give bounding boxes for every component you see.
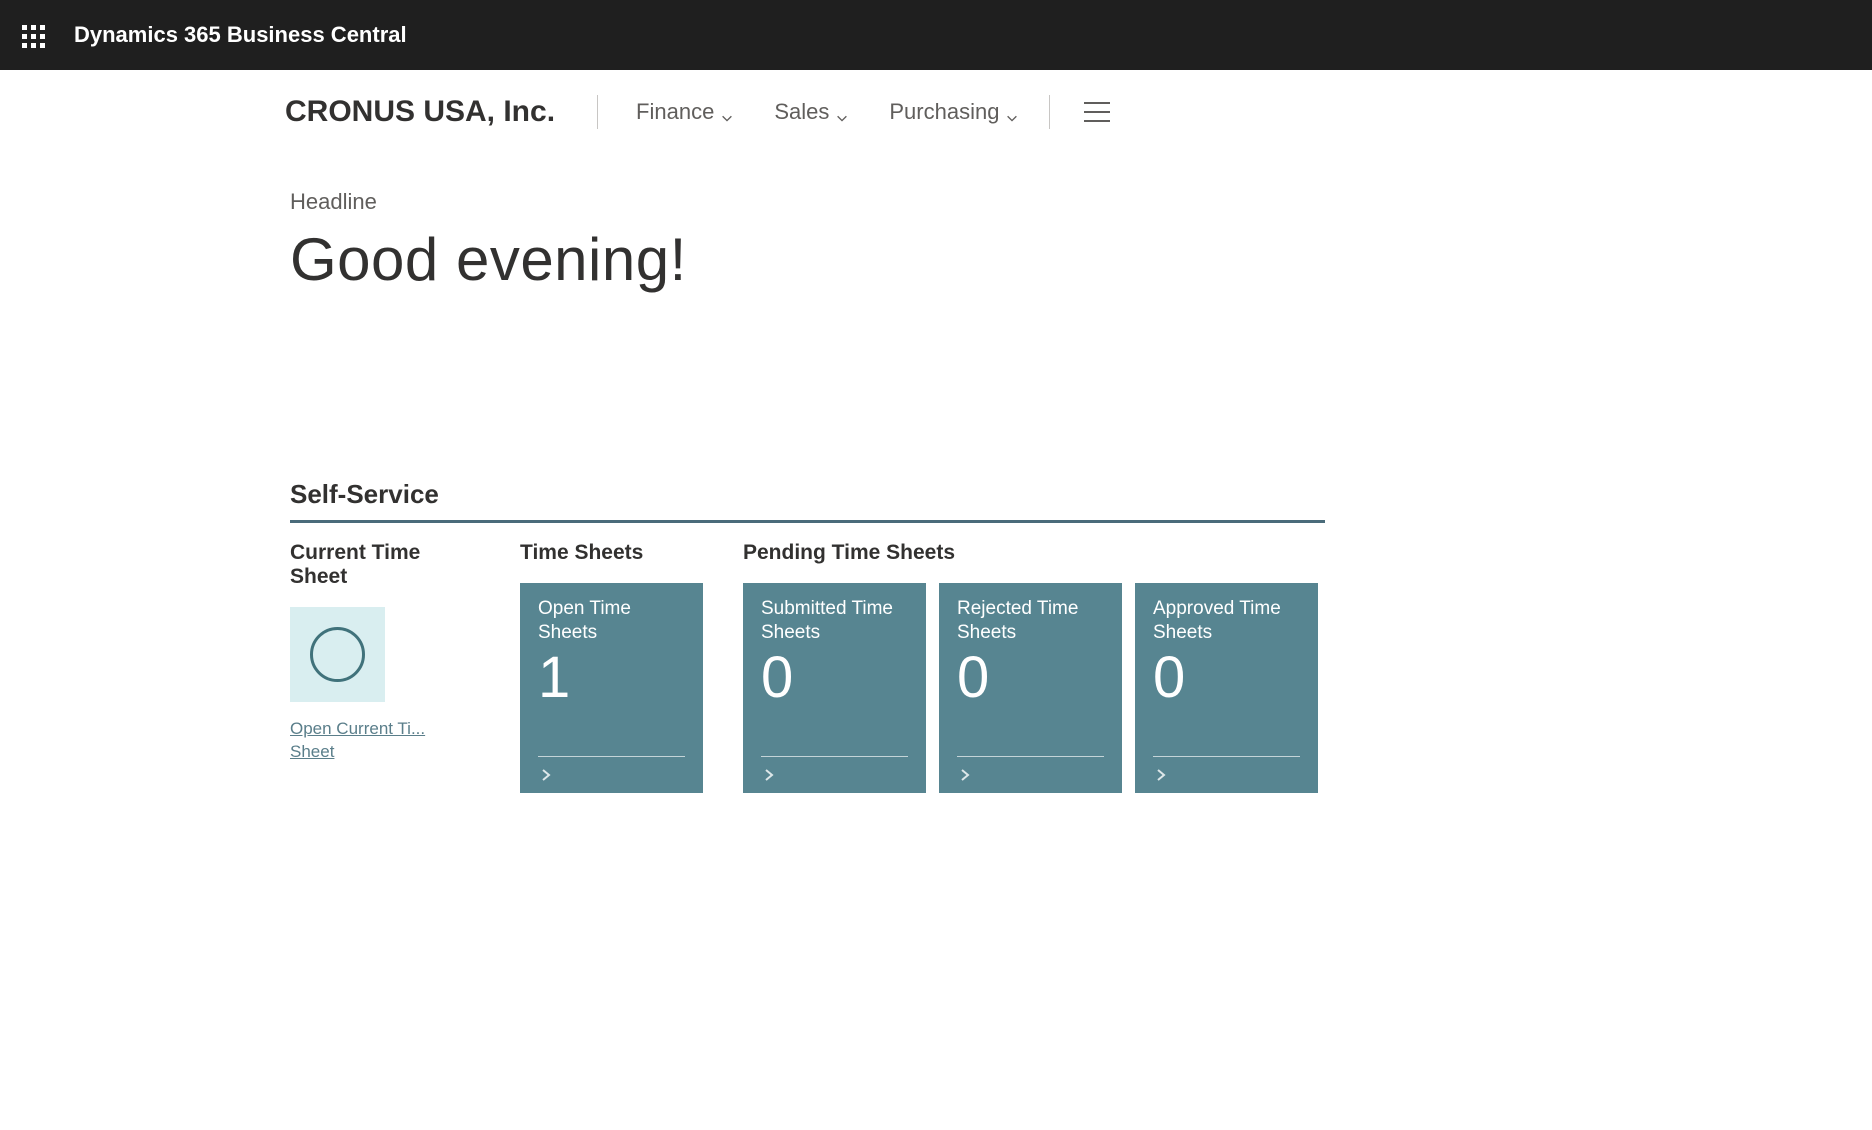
tile-open-time-sheets[interactable]: Open Time Sheets 1 [520,583,703,793]
nav-item-purchasing[interactable]: Purchasing [869,95,1039,129]
tile-approved-time-sheets[interactable]: Approved Time Sheets 0 [1135,583,1318,793]
tile-rule [538,756,685,757]
section-divider [290,520,1325,523]
nav-item-finance[interactable]: Finance [616,95,754,129]
self-service-section: Self-Service Current Time Sheet Open Cur… [0,294,1872,793]
chevron-down-icon [720,105,734,119]
page-content: CRONUS USA, Inc. Finance Sales Purchasin… [0,70,1872,793]
chevron-right-icon [957,767,973,783]
separator [1049,95,1050,129]
group-title: Pending Time Sheets [743,541,1318,565]
separator [597,95,598,129]
section-title: Self-Service [290,479,1872,520]
link-line1: Open Current Ti... [290,719,425,738]
company-nav-row: CRONUS USA, Inc. Finance Sales Purchasin… [0,95,1872,129]
chevron-right-icon [761,767,777,783]
open-current-timesheet-link[interactable]: Open Current Ti... Sheet [290,718,430,764]
tile-label: Approved Time Sheets [1153,597,1300,645]
tile-label: Open Time Sheets [538,597,685,645]
top-app-bar: Dynamics 365 Business Central [0,0,1872,70]
tile-value: 1 [538,649,685,707]
tile-submitted-time-sheets[interactable]: Submitted Time Sheets 0 [743,583,926,793]
tiles-row: Submitted Time Sheets 0 Rejected Time Sh… [743,583,1318,793]
headline-label: Headline [290,189,1872,215]
group-time-sheets: Time Sheets Open Time Sheets 1 [520,541,703,793]
tiles-row: Open Time Sheets 1 [520,583,703,793]
tile-rule [761,756,908,757]
group-pending-time-sheets: Pending Time Sheets Submitted Time Sheet… [743,541,1318,793]
tile-rejected-time-sheets[interactable]: Rejected Time Sheets 0 [939,583,1122,793]
nav-item-label: Sales [774,99,829,125]
group-current-time-sheet: Current Time Sheet Open Current Ti... Sh… [290,541,480,793]
headline-section: Headline Good evening! [0,129,1872,294]
tile-rule [1153,756,1300,757]
nav-item-sales[interactable]: Sales [754,95,869,129]
group-title: Current Time Sheet [290,541,480,589]
tile-value: 0 [957,649,1104,707]
circle-icon [310,627,365,682]
tile-label: Rejected Time Sheets [957,597,1104,645]
nav-item-label: Finance [636,99,714,125]
app-title: Dynamics 365 Business Central [74,22,407,48]
tile-value: 0 [761,649,908,707]
tile-value: 0 [1153,649,1300,707]
chevron-down-icon [1005,105,1019,119]
group-title: Time Sheets [520,541,703,565]
link-line2: Sheet [290,742,334,761]
nav-item-label: Purchasing [889,99,999,125]
company-name[interactable]: CRONUS USA, Inc. [285,95,555,129]
chevron-right-icon [538,767,554,783]
app-launcher-icon[interactable] [20,23,44,47]
tile-rule [957,756,1104,757]
self-service-groups: Current Time Sheet Open Current Ti... Sh… [290,541,1325,793]
chevron-right-icon [1153,767,1169,783]
more-menu-icon[interactable] [1084,102,1110,122]
current-time-sheet-tile[interactable] [290,607,385,702]
chevron-down-icon [835,105,849,119]
headline-greeting: Good evening! [290,225,1872,294]
tile-label: Submitted Time Sheets [761,597,908,645]
